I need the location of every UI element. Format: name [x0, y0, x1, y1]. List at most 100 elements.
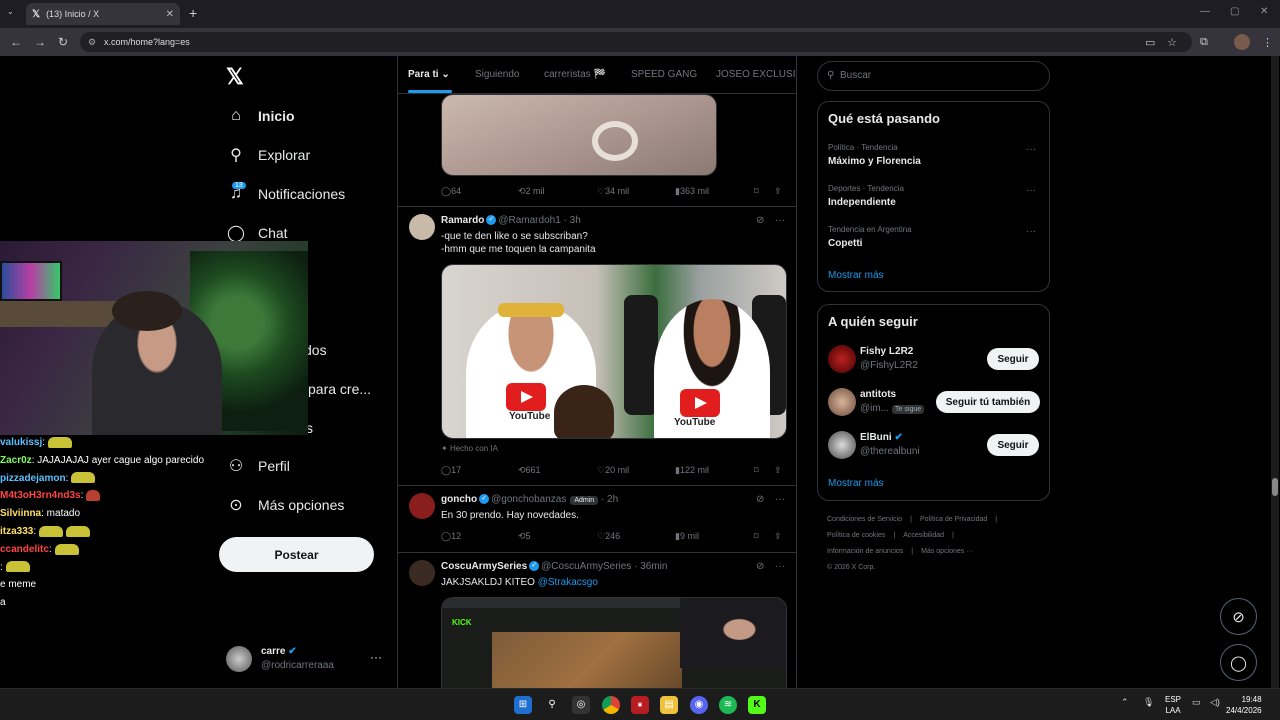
- x-logo-icon[interactable]: 𝕏: [226, 64, 244, 90]
- like-button[interactable]: ♡ 246: [597, 531, 620, 542]
- menu-icon[interactable]: ⋮: [1262, 36, 1273, 49]
- bookmark-icon[interactable]: ⌑: [754, 186, 759, 197]
- footer-link[interactable]: Más opciones ···: [921, 548, 973, 555]
- kick-icon[interactable]: K: [748, 696, 766, 714]
- show-more-link[interactable]: Mostrar más: [828, 478, 884, 489]
- nav-inicio[interactable]: ⌂ Inicio: [226, 101, 294, 131]
- repost-button[interactable]: ⟲ 661: [518, 465, 541, 476]
- avatar[interactable]: [409, 560, 435, 586]
- scrollbar[interactable]: [1271, 56, 1279, 688]
- tab-carreristas[interactable]: carreristas 🏁: [544, 69, 606, 80]
- browser-tab[interactable]: 𝕏 (13) Inicio / X ✕: [26, 3, 180, 25]
- clock[interactable]: 19:48 24/4/2026: [1226, 694, 1262, 716]
- mention-link[interactable]: @Strakacsgo: [538, 577, 598, 588]
- messages-fab-icon[interactable]: ◯: [1220, 644, 1257, 681]
- grok-fab-icon[interactable]: ⊘: [1220, 598, 1257, 635]
- nav-perfil[interactable]: ⚇ Perfil: [226, 451, 290, 481]
- spotify-icon[interactable]: ≋: [719, 696, 737, 714]
- follow-back-button[interactable]: Seguir tú también: [936, 391, 1040, 413]
- grok-icon[interactable]: ⊘: [756, 494, 764, 505]
- show-more-link[interactable]: Mostrar más: [828, 270, 884, 281]
- maximize-icon[interactable]: ▢: [1230, 6, 1239, 17]
- nav-creators[interactable]: para cre...: [308, 374, 371, 404]
- more-icon[interactable]: ···: [775, 215, 785, 226]
- bookmark-icon[interactable]: ⌑: [754, 531, 759, 542]
- nav-explorar[interactable]: ⚲ Explorar: [226, 140, 310, 170]
- extensions-icon[interactable]: ⧉: [1200, 36, 1208, 49]
- avatar[interactable]: [828, 431, 856, 459]
- bookmark-star-icon[interactable]: ☆: [1167, 36, 1177, 49]
- like-button[interactable]: ♡ 34 mil: [597, 186, 629, 197]
- share-icon[interactable]: ⇪: [774, 186, 782, 197]
- repost-button[interactable]: ⟲ 2 mil: [518, 186, 545, 197]
- nav-mas-opciones[interactable]: ⊙ Más opciones: [226, 490, 344, 520]
- reply-button[interactable]: ◯ 64: [441, 186, 461, 197]
- like-button[interactable]: ♡ 20 mil: [597, 465, 629, 476]
- scrollbar-thumb[interactable]: [1272, 478, 1278, 496]
- cast-icon[interactable]: ▭: [1145, 36, 1155, 49]
- post-media[interactable]: KICK: [441, 597, 787, 688]
- post-media[interactable]: YouTube YouTube: [441, 264, 787, 439]
- close-tab-icon[interactable]: ✕: [166, 9, 174, 20]
- tab-speed-gang[interactable]: SPEED GANG: [631, 69, 697, 80]
- microphone-icon[interactable]: 🎙: [1143, 697, 1154, 708]
- reload-icon[interactable]: ↻: [58, 35, 68, 49]
- tab-search-icon[interactable]: ⌄: [7, 7, 14, 16]
- post-media[interactable]: [441, 94, 717, 176]
- views-button[interactable]: ▮ 363 mil: [675, 186, 709, 197]
- more-icon[interactable]: ···: [1026, 226, 1036, 237]
- windows-start-icon[interactable]: ⊞: [514, 696, 532, 714]
- views-button[interactable]: ▮ 122 mil: [675, 465, 709, 476]
- follow-name[interactable]: Fishy L2R2: [860, 346, 913, 357]
- repost-button[interactable]: ⟲ 5: [518, 531, 531, 542]
- obs-icon[interactable]: ◎: [572, 696, 590, 714]
- follow-name[interactable]: antitots: [860, 389, 896, 400]
- views-button[interactable]: ▮ 9 mil: [675, 531, 699, 542]
- language-indicator[interactable]: ESP LAA: [1165, 694, 1181, 716]
- trend-name[interactable]: Máximo y Florencia: [828, 156, 921, 167]
- forward-icon[interactable]: →: [34, 35, 46, 49]
- grok-icon[interactable]: ⊘: [756, 215, 764, 226]
- search-icon[interactable]: ⚲: [543, 696, 561, 714]
- more-icon[interactable]: ···: [1026, 185, 1036, 196]
- follow-button[interactable]: Seguir: [987, 348, 1039, 370]
- more-icon[interactable]: ···: [775, 561, 785, 572]
- footer-link[interactable]: Accesibilidad: [903, 532, 944, 539]
- avatar[interactable]: [409, 493, 435, 519]
- share-icon[interactable]: ⇪: [774, 531, 782, 542]
- new-tab-icon[interactable]: +: [189, 5, 197, 21]
- trend-name[interactable]: Copetti: [828, 238, 862, 249]
- tab-siguiendo[interactable]: Siguiendo: [475, 69, 519, 80]
- search-input[interactable]: ⚲ Buscar: [817, 61, 1050, 91]
- follow-name[interactable]: ElBuni ✔: [860, 432, 903, 443]
- footer-link[interactable]: Información de anuncios: [827, 548, 903, 555]
- folder-icon[interactable]: ▤: [660, 696, 678, 714]
- footer-link[interactable]: Política de cookies: [827, 532, 885, 539]
- account-switcher[interactable]: carre ✔ @rodricarreraaa ···: [226, 644, 386, 674]
- footer-link[interactable]: Política de Privacidad: [920, 516, 987, 523]
- volume-icon[interactable]: ◁): [1210, 697, 1220, 708]
- more-icon[interactable]: ···: [1026, 144, 1036, 155]
- minimize-icon[interactable]: —: [1200, 6, 1210, 17]
- footer-link[interactable]: Condiciones de Servicio: [827, 516, 902, 523]
- reply-button[interactable]: ◯ 17: [441, 465, 461, 476]
- back-icon[interactable]: ←: [10, 35, 22, 49]
- tray-expand-icon[interactable]: ⌃: [1121, 697, 1129, 708]
- tab-joseo[interactable]: JOSEO EXCLUSIV: [716, 69, 796, 80]
- post-button[interactable]: Postear: [219, 537, 374, 572]
- tab-para-ti[interactable]: Para ti ⌄: [408, 69, 450, 80]
- chrome-icon[interactable]: [602, 696, 620, 714]
- avatar[interactable]: [828, 345, 856, 373]
- app-icon[interactable]: ▣: [631, 696, 649, 714]
- bookmark-icon[interactable]: ⌑: [754, 465, 759, 476]
- trend-name[interactable]: Independiente: [828, 197, 896, 208]
- grok-icon[interactable]: ⊘: [756, 561, 764, 572]
- more-icon[interactable]: ···: [775, 494, 785, 505]
- follow-button[interactable]: Seguir: [987, 434, 1039, 456]
- avatar[interactable]: [409, 214, 435, 240]
- reply-button[interactable]: ◯ 12: [441, 531, 461, 542]
- close-window-icon[interactable]: ✕: [1260, 6, 1268, 17]
- site-info-icon[interactable]: ⚙: [88, 32, 96, 52]
- network-icon[interactable]: ▭: [1192, 697, 1201, 708]
- share-icon[interactable]: ⇪: [774, 465, 782, 476]
